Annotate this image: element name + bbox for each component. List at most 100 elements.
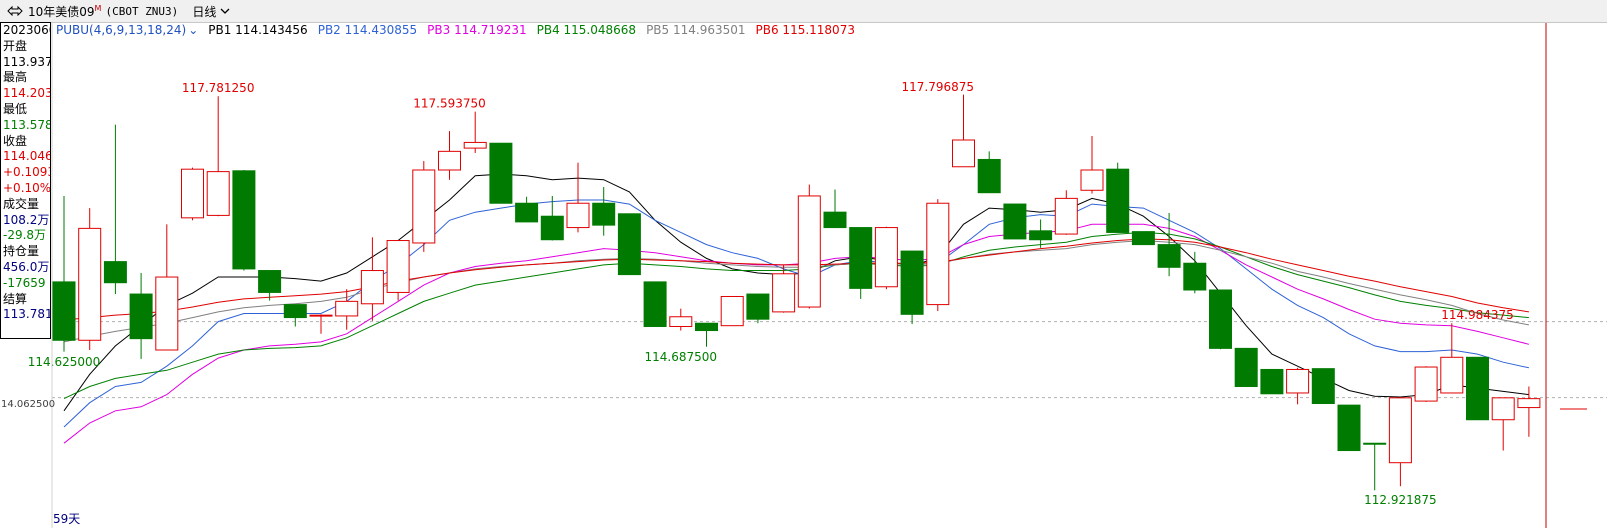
info-row: 开盘 [3,38,28,53]
candle [78,208,102,350]
candle [1003,203,1027,240]
candle [1414,366,1438,402]
candle [1491,397,1515,451]
candle [977,151,1001,194]
candle-body [1157,244,1181,268]
candle-body [258,270,282,293]
info-row: 最高 [3,70,28,85]
candle [52,195,76,352]
legend-item: PUBU(4,6,9,13,18,24) [56,23,187,37]
candle [1157,212,1181,277]
candle-body [1466,356,1489,421]
candle [1054,190,1078,235]
candle-body [1517,398,1541,409]
candle [1311,368,1335,405]
candle-body [463,141,487,149]
price-annotation: 117.796875 [902,80,975,94]
candle-body [1311,368,1335,405]
candle [181,167,204,221]
price-tag-label: 14.062500 [1,399,55,410]
ma-line-pb2 [63,199,1530,428]
candle-body [335,300,359,317]
candle [129,272,153,359]
period-dropdown[interactable]: 日线 [192,3,230,20]
candle-body [1260,368,1284,395]
candle [1286,367,1310,405]
legend-item: PB5 114.963501 [646,23,746,37]
candle-body [1337,404,1361,452]
candle-body [103,261,127,284]
candle [283,304,307,327]
candle [412,161,436,252]
candle-body [1054,197,1078,235]
info-row: +0.10% [3,180,51,195]
price-annotation: 112.921875 [1364,493,1437,507]
candle [1337,404,1361,452]
annotations: 114.625000 117.781250 117.593750 114.687500… [28,80,1514,507]
candle [1209,289,1232,350]
candle-body [669,316,693,327]
candle-body [772,273,796,313]
candle-body [926,202,950,306]
candle-body [849,227,873,289]
indicator-legend: PUBU(4,6,9,13,18,24) ⌄ PB1 114.143456 PB2 1… [56,22,865,38]
candles [52,94,1541,491]
candle [695,322,718,347]
link-icon[interactable] [6,4,24,18]
candle [643,281,667,327]
candle-body [52,281,76,341]
candle [617,213,641,276]
candle [515,196,539,223]
legend-item: PB1 114.143456 [208,23,308,37]
ma-line-pb4 [63,231,1529,400]
reference-lines [52,321,1607,399]
instrument-title: 10年美债09M [28,3,102,19]
candle-body [309,314,333,317]
candle-body [1003,203,1027,240]
legend-item: PB2 114.430855 [317,23,418,37]
candle [1106,162,1130,233]
instrument-code: (CBOT ZNU3) [105,4,179,18]
candle-body [438,150,461,171]
candle [1260,368,1284,395]
info-row: 113.5781 [3,117,50,132]
candle-body [592,202,616,226]
legend-item: PB6 115.118073 [755,23,855,37]
candle [232,170,256,271]
info-row: 113.7812 [3,307,50,322]
candle-body [489,142,513,204]
candle-body [720,295,744,327]
day-count-label: 59天 [53,512,80,526]
candle [874,226,898,290]
candle [103,124,127,295]
info-row: 成交量 [3,196,40,211]
candle-body [566,202,590,229]
candle [1388,397,1412,487]
candle [489,142,513,204]
ma-line-pb1 [63,173,1529,412]
candle [1183,251,1207,294]
candle [720,295,744,327]
candle [592,187,616,236]
info-row: 114.2031 [3,86,50,101]
chevron-down-icon[interactable]: ⌄ [188,23,198,37]
candlestick-chart: 114.625000 117.781250 117.593750 114.687500… [1,22,1607,528]
candle-body [1363,442,1387,445]
period-label: 日线 [192,4,217,19]
candle-body [206,171,230,216]
candle [309,314,333,334]
info-row: 456.0万 [3,259,50,274]
candle-body [360,270,384,305]
candle-body [540,215,564,241]
candle-body [1106,168,1130,233]
candle [1131,231,1155,246]
candle-body [695,322,718,332]
info-row: -17659 [3,275,46,290]
info-row: 结算 [3,291,28,306]
candle [1234,347,1258,387]
ma-line-pb3 [63,223,1530,444]
candle-body [232,170,256,270]
candle [438,131,461,180]
candle-body [1029,230,1053,241]
candle-body [155,276,179,351]
